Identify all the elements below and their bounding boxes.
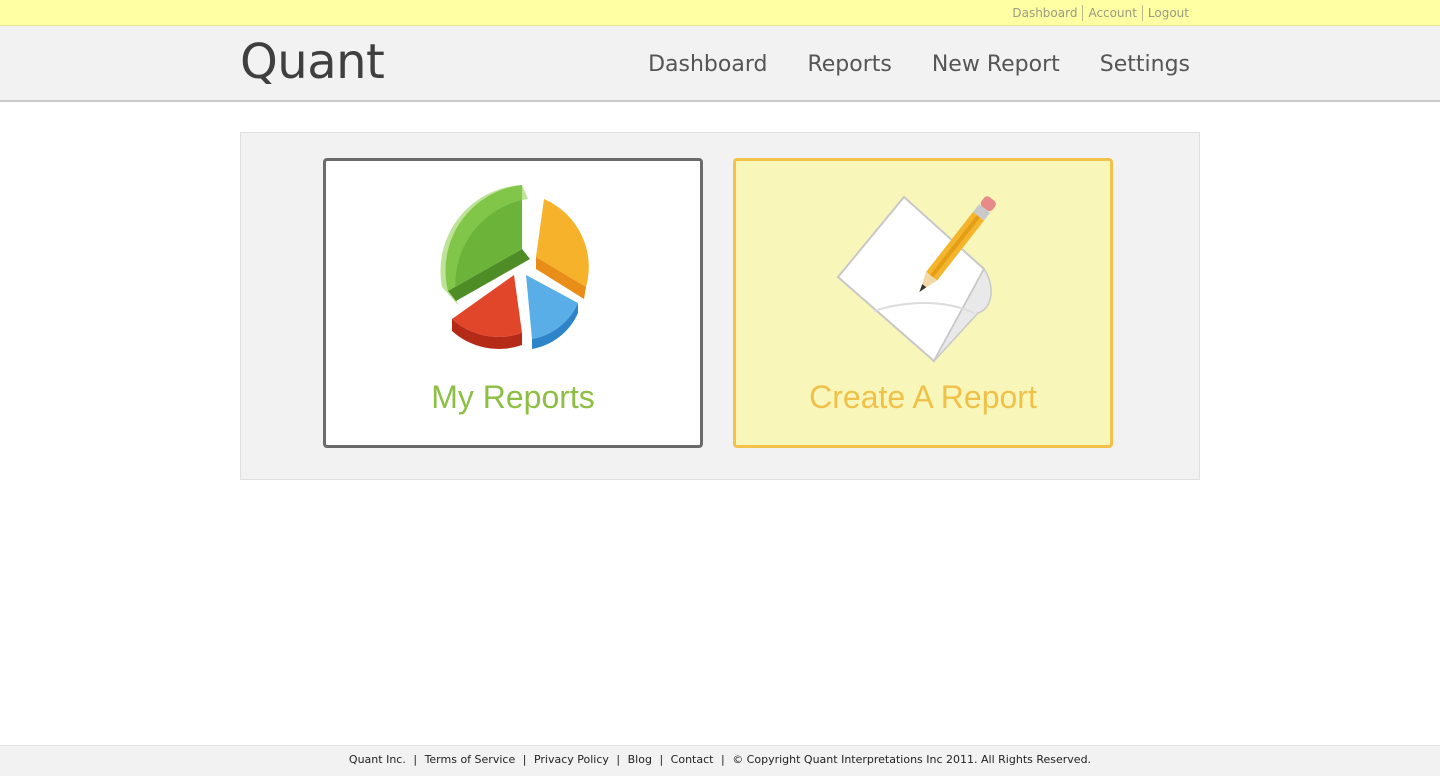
logo[interactable]: Quant [240, 34, 385, 90]
footer-blog-link[interactable]: Blog [628, 753, 652, 766]
paper-pencil-icon [836, 195, 996, 363]
footer-privacy-link[interactable]: Privacy Policy [534, 753, 609, 766]
footer-terms-link[interactable]: Terms of Service [425, 753, 516, 766]
utility-dashboard-link[interactable]: Dashboard [1007, 5, 1082, 21]
pie-chart-icon [440, 185, 589, 349]
create-report-label: Create A Report [809, 379, 1037, 415]
footer-copyright: © Copyright Quant Interpretations Inc 20… [732, 753, 1092, 766]
nav-settings[interactable]: Settings [1100, 52, 1190, 77]
dashboard-panel: My Reports Create A Report [240, 132, 1200, 480]
nav-reports[interactable]: Reports [807, 52, 891, 77]
utility-account-link[interactable]: Account [1082, 5, 1141, 21]
utility-links: Dashboard Account Logout [1007, 5, 1194, 21]
create-report-card[interactable]: Create A Report [733, 158, 1113, 448]
footer-separator: | [413, 753, 418, 766]
my-reports-label: My Reports [431, 379, 595, 415]
footer-separator: | [720, 753, 725, 766]
footer-contact-link[interactable]: Contact [671, 753, 714, 766]
my-reports-card[interactable]: My Reports [323, 158, 703, 448]
footer: Quant Inc. | Terms of Service | Privacy … [0, 745, 1440, 776]
footer-separator: | [522, 753, 527, 766]
header: Quant Dashboard Reports New Report Setti… [0, 26, 1440, 102]
nav-new-report[interactable]: New Report [932, 52, 1060, 77]
footer-separator: | [659, 753, 664, 766]
footer-company: Quant Inc. [348, 753, 406, 766]
main-nav: Dashboard Reports New Report Settings [648, 52, 1190, 77]
footer-separator: | [616, 753, 621, 766]
utility-logout-link[interactable]: Logout [1141, 5, 1194, 21]
nav-dashboard[interactable]: Dashboard [648, 52, 767, 77]
top-utility-bar: Dashboard Account Logout [0, 0, 1440, 26]
